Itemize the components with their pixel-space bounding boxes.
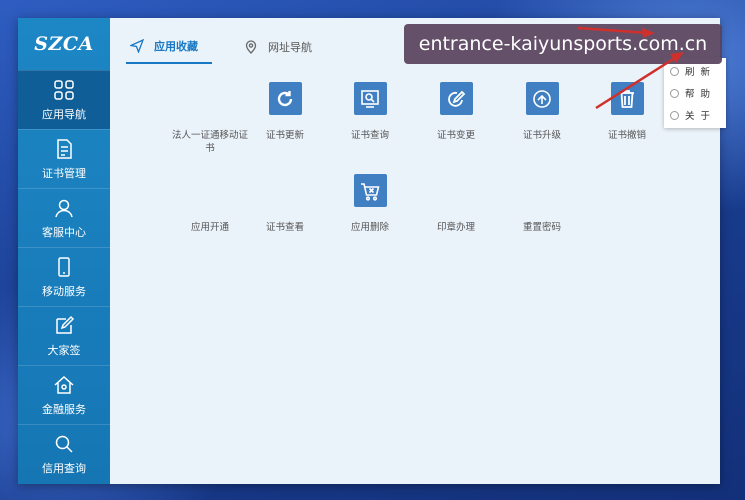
app-item-cert-change[interactable]: 证书变更 bbox=[413, 82, 499, 142]
mobile-icon bbox=[58, 256, 70, 277]
app-item-cert-query[interactable]: 证书查询 bbox=[327, 82, 413, 142]
app-label: 证书变更 bbox=[436, 130, 475, 141]
app-item-reset-password[interactable]: 重置密码 bbox=[499, 174, 585, 234]
app-label: 应用删除 bbox=[350, 222, 389, 233]
menu-item-label: 关于 bbox=[685, 111, 717, 122]
sidebar-item-label: 移动服务 bbox=[42, 284, 86, 298]
sidebar-item-mobile-service[interactable]: 移动服务 bbox=[18, 247, 110, 306]
trash-icon bbox=[620, 89, 634, 108]
app-window: SZCA 应用导航 证书管理 客服中心 移动服务 大家签 金融服务 信用查询 应… bbox=[18, 18, 720, 484]
app-label: 重置密码 bbox=[522, 222, 561, 233]
app-tile bbox=[440, 174, 473, 207]
sidebar-item-app-nav[interactable]: 应用导航 bbox=[18, 70, 110, 129]
app-label: 证书撤销 bbox=[607, 130, 646, 141]
sidebar-item-credit-query[interactable]: 信用查询 bbox=[18, 424, 110, 483]
search-icon bbox=[361, 89, 379, 108]
upgrade-icon bbox=[533, 89, 551, 108]
app-tile bbox=[526, 174, 559, 207]
tab-app-favorites[interactable]: 应用收藏 bbox=[126, 30, 212, 64]
refresh-icon bbox=[670, 66, 679, 76]
sidebar-item-label: 客服中心 bbox=[42, 225, 86, 239]
sidebar-item-label: 证书管理 bbox=[42, 166, 86, 180]
app-label: 印章办理 bbox=[436, 222, 475, 233]
app-tile bbox=[194, 82, 227, 115]
tab-label: 网址导航 bbox=[268, 41, 312, 54]
help-icon bbox=[670, 88, 679, 98]
app-item-legal-mobile-cert[interactable]: 法人一证通移动证书 bbox=[167, 82, 253, 155]
app-item-cert-view[interactable]: 证书查看 bbox=[242, 174, 328, 234]
app-item-seal-processing[interactable]: 印章办理 bbox=[413, 174, 499, 234]
app-label: 证书查看 bbox=[265, 222, 304, 233]
grid-icon bbox=[54, 79, 74, 100]
document-icon bbox=[57, 138, 72, 159]
sidebar-item-label: 大家签 bbox=[47, 343, 81, 357]
tab-bar: 应用收藏 网址导航 bbox=[126, 30, 354, 64]
app-tile bbox=[269, 174, 302, 207]
app-tile bbox=[194, 174, 227, 207]
menu-item-about[interactable]: 关于 bbox=[664, 104, 726, 126]
send-icon bbox=[130, 39, 144, 53]
app-logo: SZCA bbox=[34, 33, 94, 55]
app-item-cert-revoke[interactable]: 证书撤销 bbox=[584, 82, 670, 142]
menu-item-help[interactable]: 帮助 bbox=[664, 82, 726, 104]
sidebar-item-label: 应用导航 bbox=[42, 107, 86, 121]
menu-item-label: 刷新 bbox=[685, 67, 717, 78]
user-icon bbox=[55, 199, 73, 217]
tab-label: 应用收藏 bbox=[154, 40, 198, 53]
cart-delete-icon bbox=[361, 182, 380, 201]
sidebar-item-label: 信用查询 bbox=[42, 461, 86, 475]
app-label: 证书升级 bbox=[522, 130, 561, 141]
refresh-icon bbox=[277, 90, 293, 106]
app-item-cert-upgrade[interactable]: 证书升级 bbox=[499, 82, 585, 142]
location-icon bbox=[245, 40, 257, 54]
context-menu: 刷新 帮助 关于 bbox=[664, 58, 726, 128]
edit-circle-icon bbox=[448, 90, 466, 107]
app-tile bbox=[439, 82, 473, 115]
app-tile bbox=[353, 174, 387, 207]
app-label: 证书更新 bbox=[265, 130, 304, 141]
sidebar-item-finance[interactable]: 金融服务 bbox=[18, 365, 110, 424]
home-icon bbox=[54, 375, 74, 394]
app-label: 证书查询 bbox=[350, 130, 389, 141]
app-tile bbox=[610, 82, 644, 115]
app-item-app-delete[interactable]: 应用删除 bbox=[327, 174, 413, 234]
tab-url-navigation[interactable]: 网址导航 bbox=[240, 30, 326, 64]
app-tile bbox=[268, 82, 302, 115]
sidebar-item-dajiaqian[interactable]: 大家签 bbox=[18, 306, 110, 365]
app-label: 法人一证通移动证书 bbox=[171, 130, 248, 154]
sidebar: SZCA 应用导航 证书管理 客服中心 移动服务 大家签 金融服务 信用查询 bbox=[18, 18, 110, 484]
sidebar-item-label: 金融服务 bbox=[42, 402, 86, 416]
app-label: 应用开通 bbox=[190, 222, 229, 233]
watermark-banner: entrance-kaiyunsports.com.cn bbox=[404, 24, 722, 64]
sidebar-item-customer-service[interactable]: 客服中心 bbox=[18, 188, 110, 247]
search-icon bbox=[55, 435, 73, 453]
info-icon bbox=[670, 110, 679, 120]
app-tile bbox=[353, 82, 387, 115]
menu-item-label: 帮助 bbox=[685, 89, 717, 100]
sidebar-item-cert-management[interactable]: 证书管理 bbox=[18, 129, 110, 188]
main-content: 应用收藏 网址导航 法人一证通移动证书 证书更新 证书查询 证书变更 证书升级 … bbox=[110, 18, 720, 484]
app-item-app-activation[interactable]: 应用开通 bbox=[167, 174, 253, 234]
app-item-cert-update[interactable]: 证书更新 bbox=[242, 82, 328, 142]
app-tile bbox=[525, 82, 559, 115]
edit-icon bbox=[56, 315, 75, 334]
